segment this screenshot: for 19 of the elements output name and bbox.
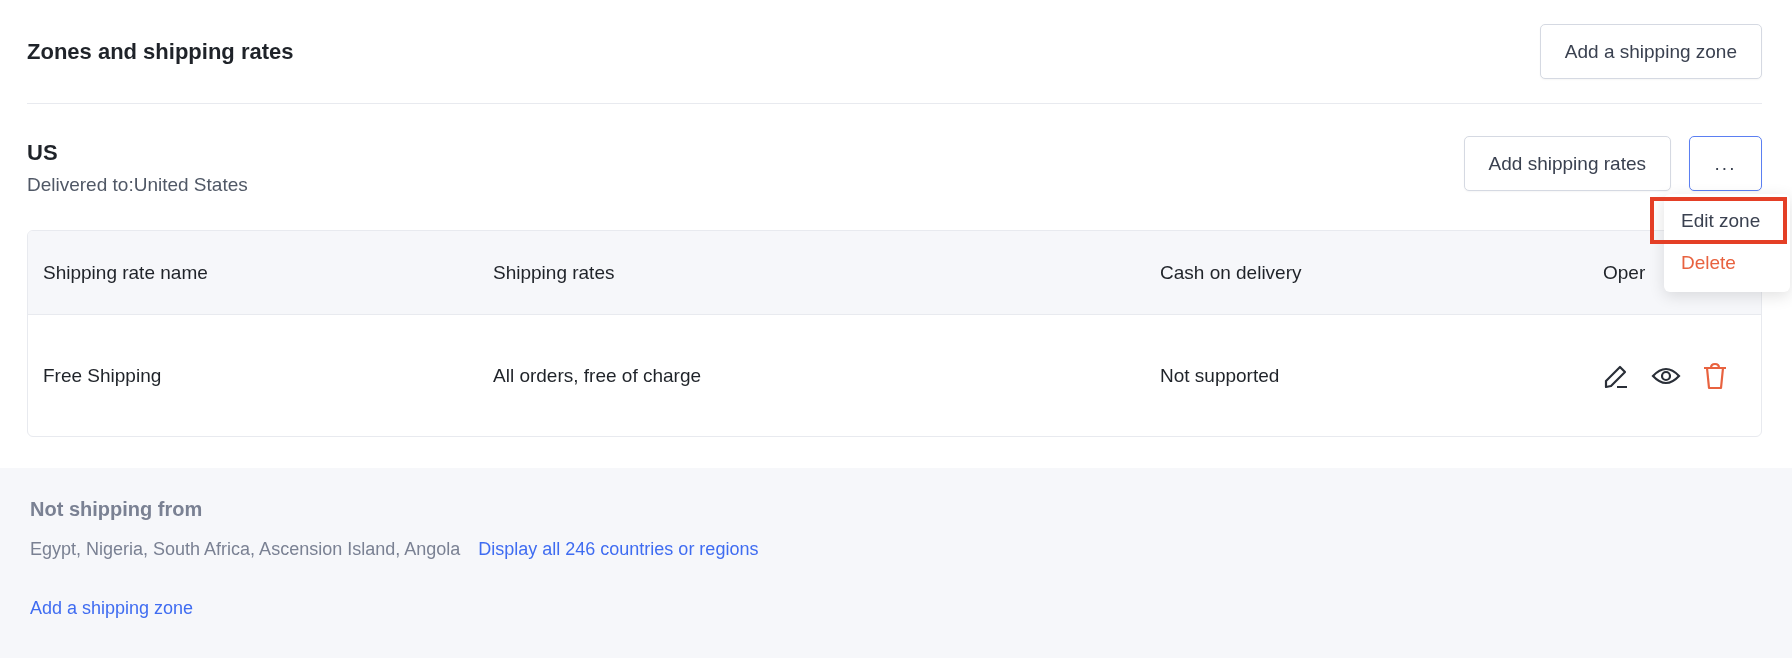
column-header: Shipping rate name	[43, 261, 208, 284]
more-button[interactable]: ...	[1689, 136, 1762, 191]
display-all-link[interactable]: Display all 246 countries or regions	[478, 539, 759, 560]
add-shipping-zone-link[interactable]: Add a shipping zone	[30, 598, 194, 619]
column-header: Cash on delivery	[1160, 261, 1302, 284]
section-title: Zones and shipping rates	[27, 38, 294, 65]
add-shipping-zone-button[interactable]: Add a shipping zone	[1539, 24, 1762, 79]
table-cell: Free Shipping	[43, 364, 162, 387]
column-header: Oper	[1603, 261, 1646, 284]
table-cell: All orders, free of charge	[493, 364, 702, 387]
zone-delivery-text: Delivered to:United States	[27, 174, 248, 196]
add-shipping-rates-button[interactable]: Add shipping rates	[1463, 136, 1671, 191]
menu-item[interactable]: Edit zone	[1664, 200, 1790, 242]
column-header: Shipping rates	[493, 261, 615, 284]
zone-name: US	[27, 140, 59, 166]
not-shipping-title: Not shipping from	[30, 498, 204, 521]
table-cell: Not supported	[1160, 364, 1280, 387]
trash-icon[interactable]	[1703, 361, 1727, 390]
countries-text: Egypt, Nigeria, South Africa, Ascension Island, Angola	[30, 539, 461, 560]
